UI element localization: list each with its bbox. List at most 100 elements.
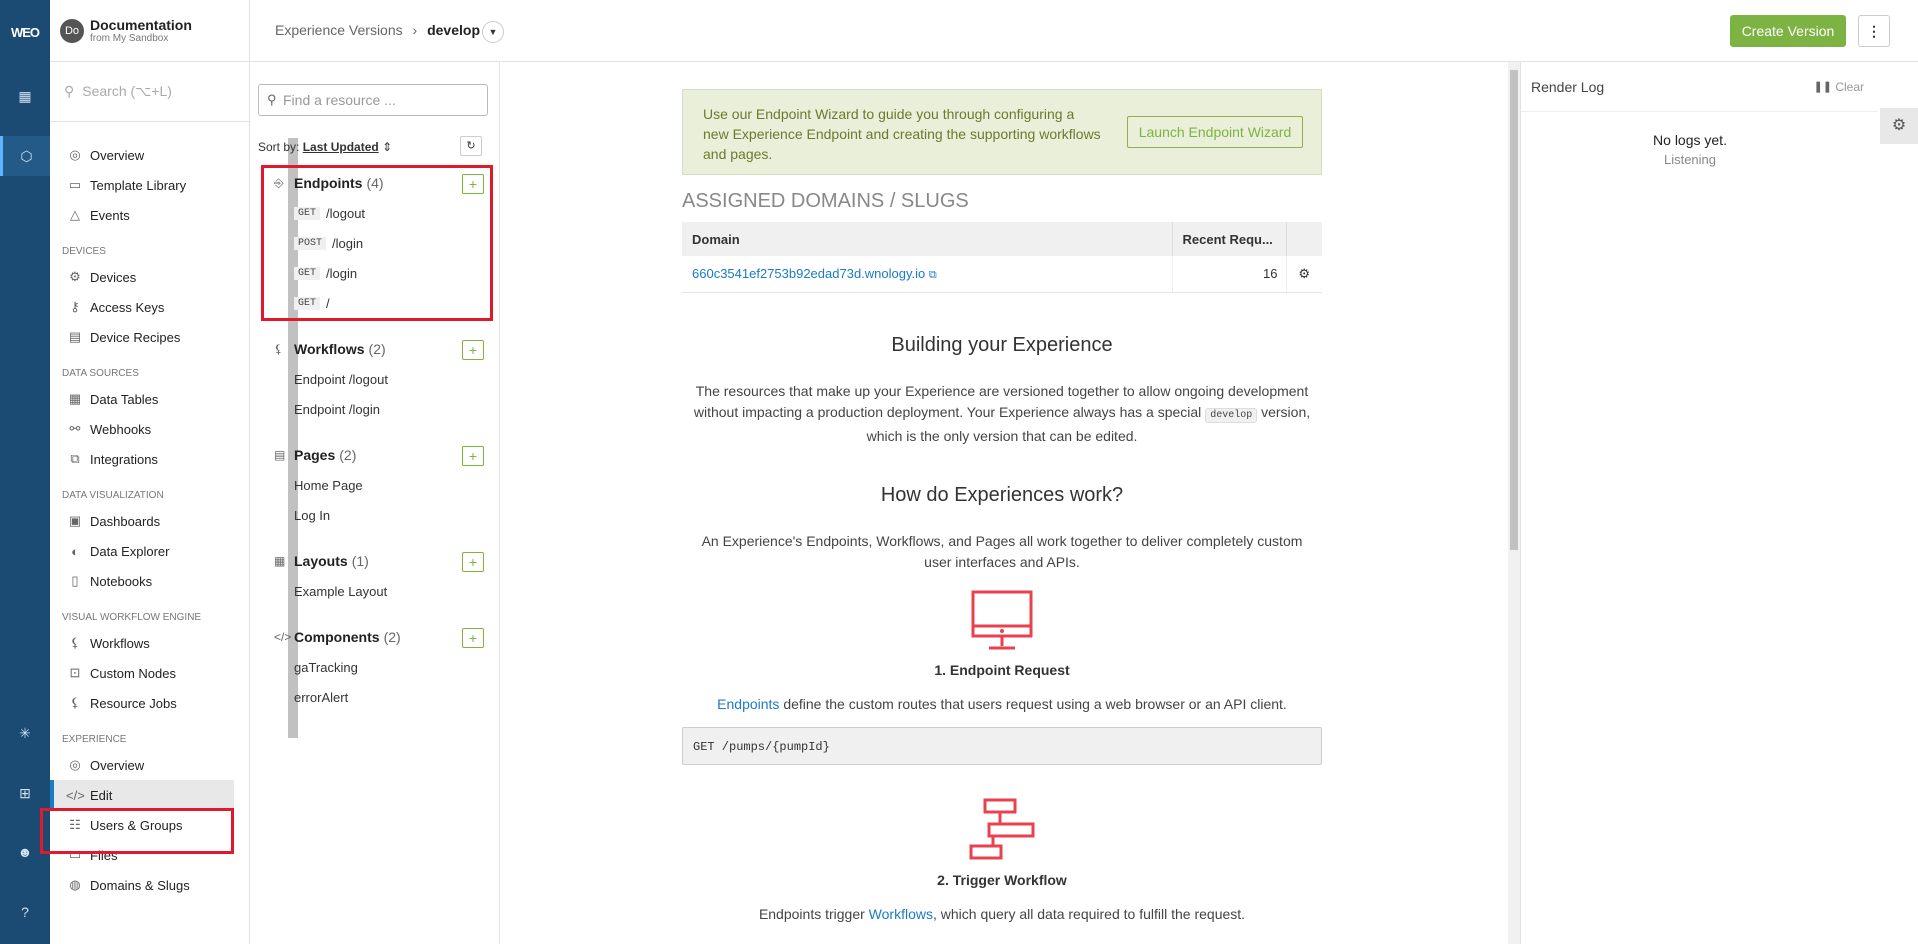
layouts-header[interactable]: ▦ Layouts (1)	[274, 546, 494, 576]
sidebar-item-label: Events	[90, 207, 130, 223]
template-icon: ▭	[68, 177, 82, 192]
workflow-item[interactable]: Endpoint /logout	[274, 364, 494, 394]
dashboard-icon[interactable]: ▦	[0, 76, 50, 116]
section-data-sources: DATA SOURCES	[62, 368, 139, 379]
app-avatar: Do	[60, 18, 84, 43]
sidebar-item-dashboards[interactable]: ▣ Dashboards	[50, 506, 234, 536]
sidebar-search[interactable]: ⚲ Search (⌥+L)	[50, 62, 249, 122]
col-actions	[1286, 222, 1322, 256]
main-scrollbar[interactable]	[1508, 62, 1520, 944]
breadcrumb-parent[interactable]: Experience Versions	[275, 22, 403, 38]
col-domain[interactable]: Domain	[682, 222, 1173, 256]
step2-text: Endpoints trigger Workflows, which query…	[682, 904, 1322, 925]
table-header-row: Domain Recent Requ...	[682, 222, 1322, 256]
help-icon[interactable]: ?	[0, 892, 50, 932]
sidebar-item-custom-nodes[interactable]: ⊡ Custom Nodes	[50, 658, 234, 688]
create-version-button[interactable]: Create Version	[1730, 15, 1846, 47]
pages-header[interactable]: ▤ Pages (2)	[274, 440, 494, 470]
cube-icon[interactable]: ⬡	[0, 136, 50, 176]
sidebar-item-label: Workflows	[90, 635, 150, 651]
sort-control[interactable]: Sort by: Last Updated ⇕	[258, 140, 392, 154]
external-link-icon[interactable]: ⧉	[929, 269, 937, 281]
layout-icon: ▦	[274, 554, 286, 568]
layout-item[interactable]: Example Layout	[274, 576, 494, 606]
key-icon: ⚷	[70, 299, 80, 314]
group-title: Workflows	[294, 341, 365, 357]
chip-icon: ⚙	[69, 269, 81, 284]
clear-log-button[interactable]: Clear	[1835, 80, 1864, 94]
sidebar-item-access-keys[interactable]: ⚷ Access Keys	[50, 292, 234, 322]
highlight-endpoints	[261, 165, 493, 321]
app-header[interactable]: Do Documentation from My Sandbox	[50, 0, 249, 62]
page-item[interactable]: Log In	[274, 500, 494, 530]
notebook-icon: ▯	[71, 573, 79, 588]
building-title: Building your Experience	[891, 334, 1113, 356]
sidebar: Do Documentation from My Sandbox ⚲ Search…	[50, 0, 298, 944]
component-item[interactable]: gaTracking	[274, 652, 494, 682]
resource-search-input[interactable]: ⚲ Find a resource ...	[258, 84, 488, 116]
listening-status: Listening	[1663, 152, 1717, 167]
add-workflow-button[interactable]: +	[462, 340, 484, 360]
pages-group: ▤ Pages (2) + Home Page Log In	[274, 440, 494, 530]
sidebar-item-devices[interactable]: ⚙ Devices	[50, 262, 234, 292]
sidebar-item-domains-slugs[interactable]: ◍ Domains & Slugs	[50, 870, 234, 900]
workflows-link[interactable]: Workflows	[869, 906, 933, 922]
logo[interactable]: WEO	[0, 12, 50, 52]
domain-link[interactable]: 660c3541ef2753b92edad73d.wnology.io	[692, 266, 925, 281]
building-section: Building your Experience The resources t…	[682, 334, 1322, 447]
app-subtitle: from My Sandbox	[90, 33, 169, 44]
sidebar-item-integrations[interactable]: ⧉ Integrations	[50, 444, 234, 474]
step2-desc: , which query all data required to fulfi…	[932, 906, 1246, 922]
sidebar-item-overview[interactable]: ◎ Overview	[50, 140, 234, 170]
components-header[interactable]: </> Components (2)	[274, 622, 494, 652]
refresh-icon: ↻	[466, 140, 476, 152]
add-layout-button[interactable]: +	[462, 552, 484, 572]
component-item[interactable]: errorAlert	[274, 682, 494, 712]
sidebar-item-experience-overview[interactable]: ◎ Overview	[50, 750, 234, 780]
more-menu-button[interactable]: ⋮	[1858, 15, 1890, 47]
add-page-button[interactable]: +	[462, 446, 484, 466]
refresh-button[interactable]: ↻	[460, 136, 482, 156]
sort-icon: ⇕	[382, 140, 393, 154]
sidebar-item-resource-jobs[interactable]: ⚸ Resource Jobs	[50, 688, 234, 718]
version-dropdown[interactable]: ▼	[482, 21, 504, 43]
debug-settings-icon[interactable]: ⚙	[1880, 108, 1918, 144]
network-icon[interactable]: ✳	[0, 713, 50, 753]
caret-down-icon: ▼	[488, 27, 498, 37]
layouts-group: ▦ Layouts (1) + Example Layout	[274, 546, 494, 606]
step1-title: 1. Endpoint Request	[934, 662, 1070, 678]
sidebar-item-label: Data Explorer	[90, 543, 170, 559]
sidebar-item-webhooks[interactable]: ⚯ Webhooks	[50, 414, 234, 444]
pause-icon[interactable]: ❚❚	[1814, 80, 1832, 93]
sidebar-item-label: Edit	[90, 787, 113, 803]
sidebar-item-data-explorer[interactable]: ◐ Data Explorer	[50, 536, 234, 566]
sidebar-item-notebooks[interactable]: ▯ Notebooks	[50, 566, 234, 596]
workflows-header[interactable]: ⚸ Workflows (2)	[274, 334, 494, 364]
sidebar-item-workflows[interactable]: ⚸ Workflows	[50, 628, 234, 658]
sidebar-item-data-tables[interactable]: ▦ Data Tables	[50, 384, 234, 414]
develop-code: develop	[1205, 408, 1258, 423]
col-recent-requests[interactable]: Recent Requ...	[1172, 222, 1287, 256]
building-text: The resources that make up your Experien…	[682, 381, 1322, 447]
add-component-button[interactable]: +	[462, 628, 484, 648]
page-item[interactable]: Home Page	[274, 470, 494, 500]
search-icon: ⚲	[64, 83, 75, 99]
grid-icon[interactable]: ⊞	[0, 773, 50, 813]
workflow-icon: ⚸	[70, 635, 80, 650]
workflow-diagram-icon	[682, 798, 1322, 862]
endpoints-link[interactable]: Endpoints	[717, 696, 779, 712]
domain-settings-icon[interactable]: ⚙	[1286, 256, 1322, 293]
sidebar-item-edit[interactable]: </> Edit	[50, 780, 234, 810]
table-row: 660c3541ef2753b92edad73d.wnology.io ⧉ 16…	[682, 256, 1322, 293]
sidebar-item-device-recipes[interactable]: ▤ Device Recipes	[50, 322, 234, 352]
launch-wizard-button[interactable]: Launch Endpoint Wizard	[1127, 116, 1303, 148]
scroll-thumb[interactable]	[1510, 70, 1518, 550]
workflow-item[interactable]: Endpoint /login	[274, 394, 494, 424]
components-group: </> Components (2) + gaTracking errorAlert	[274, 622, 494, 712]
how-text: An Experience's Endpoints, Workflows, an…	[701, 533, 1303, 570]
group-title: Layouts	[294, 553, 348, 569]
sidebar-item-label: Integrations	[90, 451, 158, 467]
sidebar-item-events[interactable]: △ Events	[50, 200, 234, 230]
sidebar-item-template-library[interactable]: ▭ Template Library	[50, 170, 234, 200]
how-section: How do Experiences work? An Experience's…	[682, 484, 1322, 573]
